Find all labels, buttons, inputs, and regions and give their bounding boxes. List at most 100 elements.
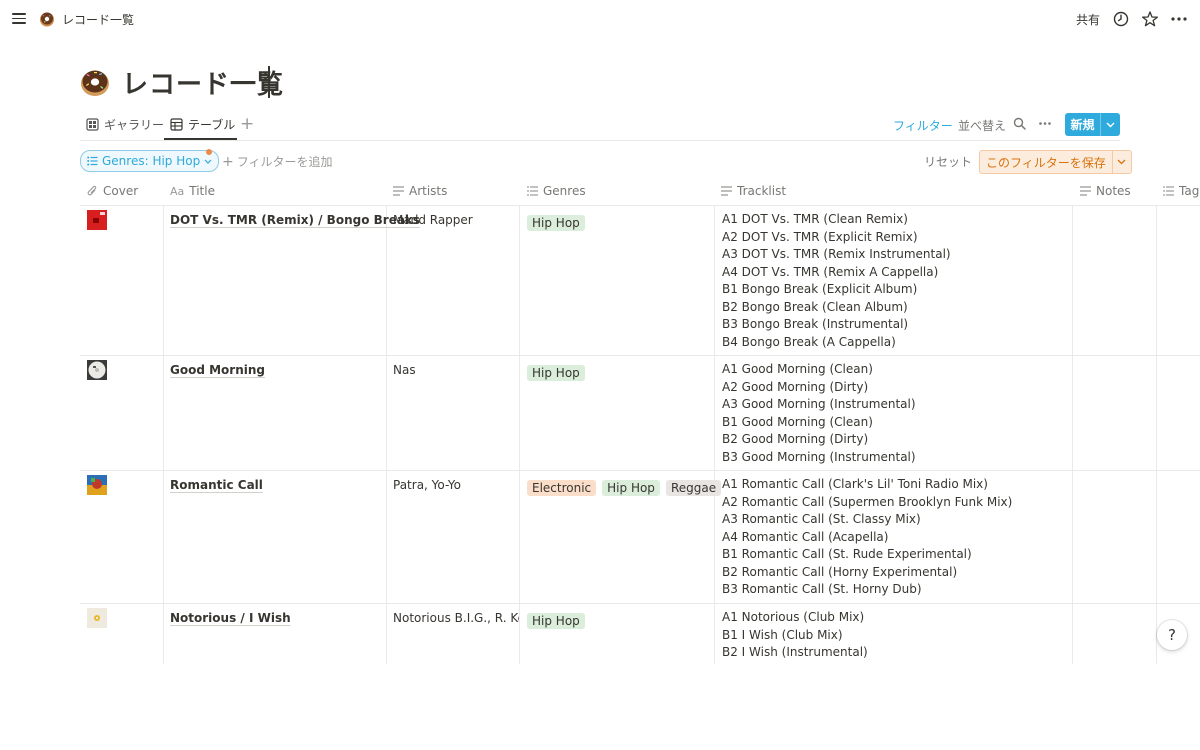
- cover-image[interactable]: [87, 210, 107, 230]
- filter-button[interactable]: フィルター: [893, 117, 953, 134]
- column-header-artists[interactable]: Artists: [393, 184, 447, 198]
- donut-emoji-icon[interactable]: [80, 67, 110, 97]
- column-header-tracklist[interactable]: Tracklist: [721, 184, 786, 198]
- tab-table-label: テーブル: [188, 118, 236, 132]
- column-divider: [386, 205, 387, 664]
- column-header-genres[interactable]: Genres: [527, 184, 586, 198]
- chevron-down-icon[interactable]: [1101, 122, 1120, 128]
- column-header-cover[interactable]: Cover: [87, 184, 138, 198]
- row-divider: [80, 603, 1200, 604]
- tracklist: A1 Romantic Call (Clark's Lil' Toni Radi…: [722, 476, 1012, 599]
- column-label: Cover: [103, 184, 139, 198]
- genre-tag: Hip Hop: [527, 613, 585, 629]
- unsaved-indicator: [206, 149, 212, 155]
- tracklist: A1 DOT Vs. TMR (Clean Remix) A2 DOT Vs. …: [722, 211, 951, 351]
- breadcrumb[interactable]: レコード一覧: [62, 11, 134, 28]
- record-title[interactable]: Good Morning: [170, 363, 265, 377]
- column-header-notes[interactable]: Notes: [1080, 184, 1131, 198]
- header-divider: [80, 205, 1200, 206]
- column-header-tag[interactable]: Tag: [1163, 184, 1199, 198]
- column-divider: [163, 205, 164, 664]
- paperclip-icon: [87, 185, 97, 196]
- tab-table[interactable]: テーブル: [170, 116, 235, 133]
- column-header-title[interactable]: Aa Title: [170, 184, 215, 198]
- column-label: Artists: [409, 184, 448, 198]
- cover-image[interactable]: [87, 475, 107, 495]
- save-filter-label: このフィルターを保存: [986, 155, 1106, 170]
- record-artists: Nas: [393, 363, 416, 377]
- more-icon[interactable]: [1170, 10, 1188, 28]
- plus-icon[interactable]: +: [240, 114, 254, 134]
- track-item: B3 Romantic Call (St. Horny Dub): [722, 582, 922, 596]
- genre-tags: Hip Hop: [527, 610, 591, 629]
- text-lines-icon: [1080, 186, 1091, 196]
- new-button[interactable]: 新規: [1065, 113, 1120, 136]
- track-item: B1 Bongo Break (Explicit Album): [722, 282, 918, 296]
- column-label: Tag: [1179, 184, 1200, 198]
- record-artists: Madd Rapper: [393, 213, 473, 227]
- genre-filter-chip[interactable]: Genres: Hip Hop: [80, 150, 220, 172]
- genre-tags: Hip Hop: [527, 212, 591, 231]
- track-item: B2 I Wish (Instrumental): [722, 645, 868, 659]
- track-item: A1 Good Morning (Clean): [722, 362, 873, 376]
- genre-tag: Reggae: [665, 480, 722, 496]
- clock-icon[interactable]: [1112, 10, 1130, 28]
- plus-icon: +: [222, 154, 234, 170]
- column-label: Genres: [543, 184, 586, 198]
- column-label: Notes: [1096, 184, 1131, 198]
- column-label: Tracklist: [737, 184, 787, 198]
- track-item: A4 DOT Vs. TMR (Remix A Cappella): [722, 264, 939, 279]
- tab-gallery[interactable]: ギャラリー: [86, 116, 164, 133]
- record-artists: Notorious B.I.G., R. Kelly: [393, 611, 519, 625]
- track-item: B3 Good Morning (Instrumental): [722, 449, 916, 464]
- add-filter-button[interactable]: + フィルターを追加: [222, 153, 333, 170]
- track-item: A1 Romantic Call (Clark's Lil' Toni Radi…: [722, 477, 988, 491]
- record-title[interactable]: Notorious / I Wish: [170, 611, 291, 625]
- text-caret: [268, 66, 270, 98]
- track-item: B3 Bongo Break (Instrumental): [722, 317, 909, 331]
- record-artists: Patra, Yo-Yo: [393, 478, 461, 492]
- row-divider: [80, 470, 1200, 471]
- track-item: A1 DOT Vs. TMR (Clean Remix): [722, 212, 908, 226]
- track-item: B1 Good Morning (Clean): [722, 414, 873, 429]
- column-divider: [1156, 205, 1157, 664]
- genre-filter-label: Genres: Hip Hop: [102, 154, 201, 168]
- cover-image[interactable]: [87, 608, 107, 628]
- record-title[interactable]: DOT Vs. TMR (Remix) / Bongo Breaks: [170, 213, 420, 227]
- genre-tags: Hip Hop: [527, 362, 591, 381]
- row-divider: [80, 355, 1200, 356]
- text-lines-icon: [393, 186, 404, 196]
- sort-button[interactable]: 並べ替え: [958, 117, 1006, 134]
- chevron-down-icon: [204, 159, 212, 164]
- list-icon: [87, 156, 98, 166]
- list-icon: [1163, 186, 1174, 196]
- top-bar: レコード一覧 共有: [0, 0, 1200, 38]
- record-title[interactable]: Romantic Call: [170, 478, 263, 492]
- track-item: B4 Bongo Break (A Cappella): [722, 334, 896, 349]
- track-item: A3 DOT Vs. TMR (Remix Instrumental): [722, 247, 951, 261]
- track-item: B1 Romantic Call (St. Rude Experimental): [722, 547, 972, 561]
- help-button[interactable]: ?: [1157, 620, 1187, 650]
- search-icon[interactable]: [1013, 117, 1026, 130]
- track-item: A2 Romantic Call (Supermen Brooklyn Funk…: [722, 494, 1013, 509]
- menu-icon[interactable]: [12, 10, 28, 26]
- more-icon[interactable]: [1038, 117, 1052, 130]
- column-divider: [714, 205, 715, 664]
- page-title[interactable]: レコード一覧: [122, 64, 284, 101]
- genre-tag: Hip Hop: [602, 480, 660, 496]
- gallery-icon: [86, 118, 99, 131]
- cover-image[interactable]: [87, 360, 107, 380]
- star-icon[interactable]: [1141, 10, 1159, 28]
- save-filter-button[interactable]: このフィルターを保存: [979, 150, 1132, 174]
- chevron-down-icon[interactable]: [1113, 159, 1131, 165]
- column-divider: [519, 205, 520, 664]
- share-button[interactable]: 共有: [1076, 11, 1100, 28]
- divider: [80, 140, 1120, 141]
- tracklist: A1 Good Morning (Clean) A2 Good Morning …: [722, 361, 916, 466]
- genre-tag: Hip Hop: [527, 365, 585, 381]
- genre-tag: Electronic: [527, 480, 597, 496]
- add-filter-label: フィルターを追加: [236, 155, 333, 169]
- track-item: B2 Bongo Break (Clean Album): [722, 299, 908, 314]
- reset-button[interactable]: リセット: [924, 153, 972, 170]
- track-item: A3 Good Morning (Instrumental): [722, 397, 916, 411]
